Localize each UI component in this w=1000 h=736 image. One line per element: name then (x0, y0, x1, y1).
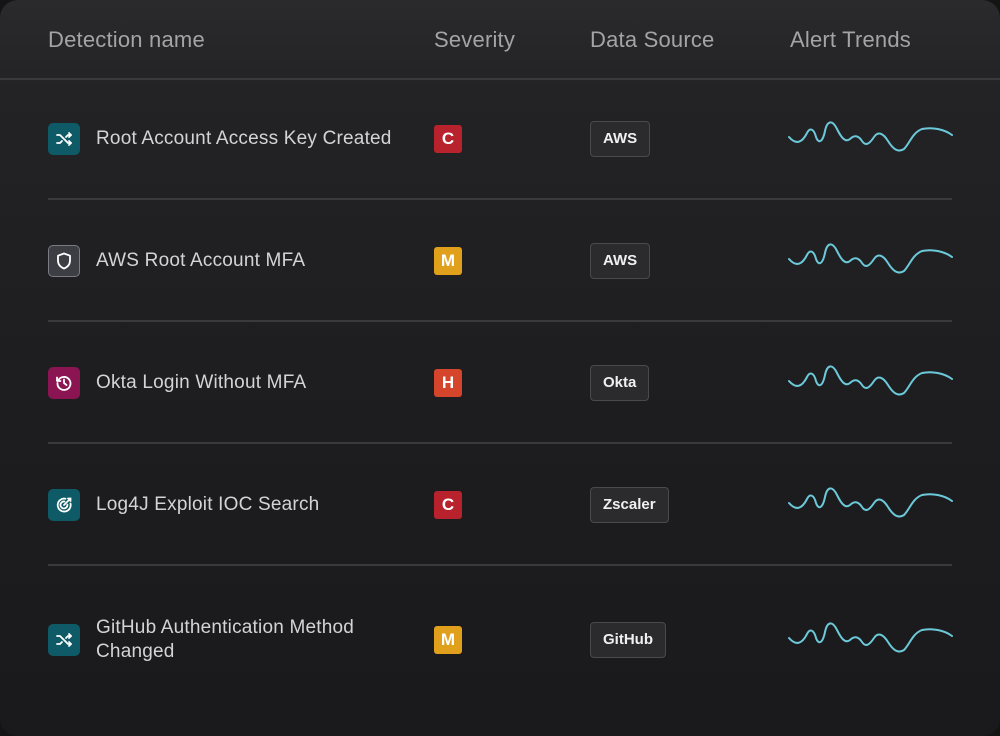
data-source-badge: Zscaler (590, 487, 669, 523)
shield-icon (48, 245, 80, 277)
column-header-data-source[interactable]: Data Source (590, 26, 715, 54)
alert-trend-sparkline (788, 622, 953, 653)
severity-badge: M (434, 626, 462, 654)
detection-name[interactable]: Okta Login Without MFA (96, 322, 396, 444)
shuffle-icon (48, 624, 80, 656)
data-source-badge: Okta (590, 365, 650, 401)
column-header-detection-name[interactable]: Detection name (48, 26, 205, 54)
table-row[interactable]: Okta Login Without MFA H Okta (48, 322, 953, 444)
history-icon (48, 367, 80, 399)
table-row[interactable]: Root Account Access Key Created C AWS (48, 78, 953, 200)
alert-trend-sparkline (788, 487, 953, 518)
detection-name[interactable]: GitHub Authentication Method Changed (96, 579, 396, 701)
table-row[interactable]: AWS Root Account MFA M AWS (48, 200, 953, 322)
data-source-badge: AWS (590, 243, 651, 279)
table-header: Detection name Severity Data Source Aler… (0, 0, 1000, 80)
data-source-badge: GitHub (590, 622, 666, 658)
detection-name[interactable]: Log4J Exploit IOC Search (96, 444, 396, 566)
detection-name[interactable]: Root Account Access Key Created (96, 78, 396, 200)
column-header-alert-trends[interactable]: Alert Trends (790, 26, 911, 54)
severity-badge: C (434, 491, 462, 519)
shuffle-icon (48, 123, 80, 155)
severity-badge: H (434, 369, 462, 397)
data-source-badge: AWS (590, 121, 651, 157)
alert-trend-sparkline (788, 121, 953, 152)
detections-panel: Detection name Severity Data Source Aler… (0, 0, 1000, 736)
row-divider (48, 564, 952, 566)
alert-trend-sparkline (788, 365, 953, 396)
column-header-severity[interactable]: Severity (434, 26, 515, 54)
severity-badge: C (434, 125, 462, 153)
target-icon (48, 489, 80, 521)
table-row[interactable]: Log4J Exploit IOC Search C Zscaler (48, 444, 953, 566)
alert-trend-sparkline (788, 243, 953, 274)
table-row[interactable]: GitHub Authentication Method Changed M G… (48, 579, 953, 701)
detection-name[interactable]: AWS Root Account MFA (96, 200, 396, 322)
severity-badge: M (434, 247, 462, 275)
